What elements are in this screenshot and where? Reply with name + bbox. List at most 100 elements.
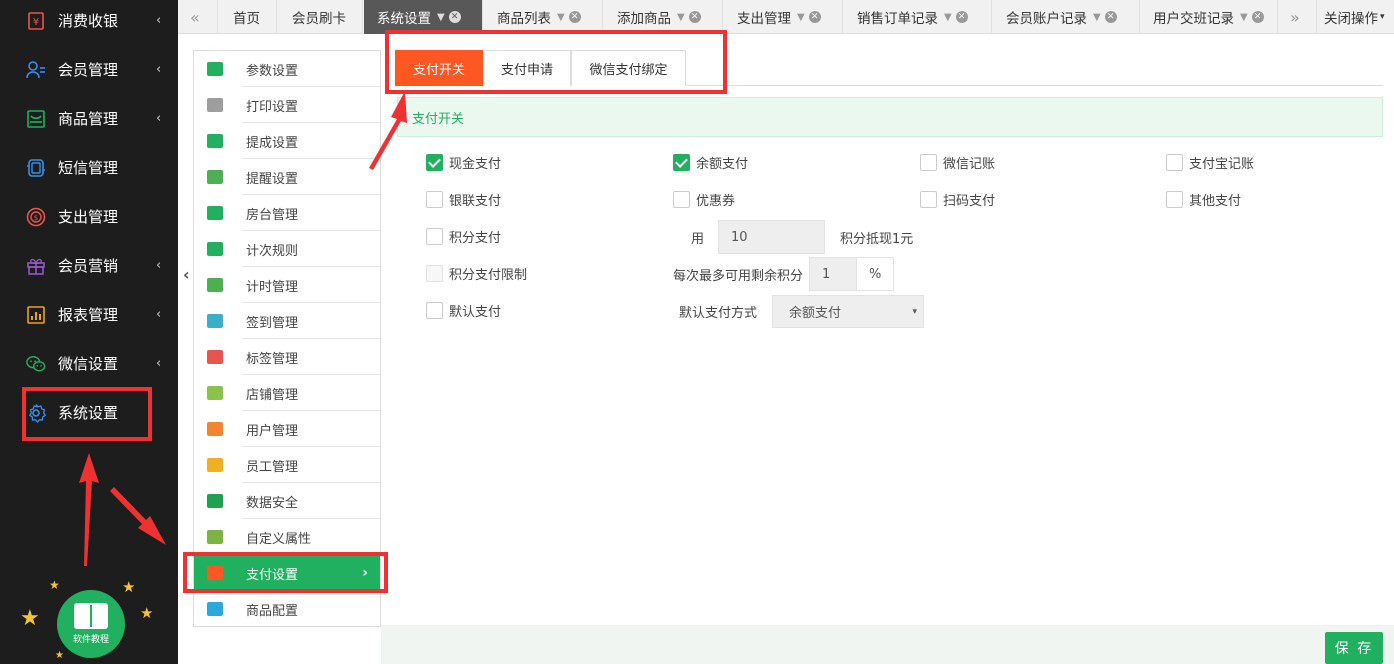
option-coupon[interactable]: 优惠券 bbox=[673, 189, 735, 209]
chevron-left-icon: ‹ bbox=[183, 265, 190, 284]
default-pay-select[interactable]: 余额支付 ▾ bbox=[772, 295, 924, 328]
sidebar-item-members[interactable]: 会员管理 ‹ bbox=[0, 45, 178, 94]
coupon-checkbox[interactable] bbox=[673, 190, 690, 208]
tab-expense-management[interactable]: 支出管理 ▼ ✕ bbox=[724, 0, 843, 34]
pin-icon[interactable]: ▼ bbox=[797, 12, 805, 23]
option-label: 余额支付 bbox=[696, 156, 749, 172]
option-alipay-bookkeeping[interactable]: 支付宝记账 bbox=[1166, 152, 1254, 172]
points-pay-checkbox[interactable] bbox=[426, 227, 443, 245]
option-wechat-bookkeeping[interactable]: 微信记账 bbox=[920, 152, 995, 172]
menu-item-custom-attributes[interactable]: 自定义属性 bbox=[194, 519, 380, 555]
menu-item-label: 计次规则 bbox=[246, 243, 299, 259]
collapse-menu-button[interactable]: ‹ bbox=[183, 265, 190, 284]
sidebar-item-system-settings[interactable]: 系统设置 bbox=[0, 388, 178, 437]
option-label: 积分支付 bbox=[449, 230, 502, 246]
option-scan-pay[interactable]: 扫码支付 bbox=[920, 189, 995, 209]
pin-icon[interactable]: ▼ bbox=[437, 12, 445, 23]
close-icon[interactable]: ✕ bbox=[568, 11, 581, 23]
points-limit-input[interactable]: 1 bbox=[809, 257, 857, 291]
close-operations-dropdown[interactable]: 关闭操作 ▾ bbox=[1318, 0, 1394, 34]
menu-item-staff[interactable]: 员工管理 bbox=[194, 447, 380, 483]
book-icon bbox=[74, 603, 108, 629]
menu-item-users[interactable]: 用户管理 bbox=[194, 411, 380, 447]
sidebar-item-marketing[interactable]: 会员营销 ‹ bbox=[0, 241, 178, 290]
sidebar-item-sms[interactable]: 短信管理 bbox=[0, 143, 178, 192]
option-default-pay[interactable]: 默认支付 bbox=[426, 300, 501, 320]
option-balance-pay[interactable]: 余额支付 bbox=[673, 152, 748, 172]
menu-item-timing[interactable]: 计时管理 bbox=[194, 267, 380, 303]
menu-item-stores[interactable]: 店铺管理 bbox=[194, 375, 380, 411]
balance-pay-checkbox[interactable] bbox=[673, 153, 690, 171]
option-other-pay[interactable]: 其他支付 bbox=[1166, 189, 1241, 209]
sidebar-item-reports[interactable]: 报表管理 ‹ bbox=[0, 290, 178, 339]
menu-item-payment-settings[interactable]: 支付设置 › bbox=[194, 555, 380, 591]
option-points-limit[interactable]: 积分支付限制 bbox=[426, 263, 527, 283]
save-button[interactable]: 保 存 bbox=[1325, 632, 1383, 664]
tab-scroll-left-button[interactable]: « bbox=[178, 0, 218, 34]
pin-icon[interactable]: ▼ bbox=[1093, 12, 1101, 23]
tab-member-card[interactable]: 会员刷卡 bbox=[278, 0, 363, 34]
scan-pay-checkbox[interactable] bbox=[920, 190, 937, 208]
tab-scroll-right-button[interactable]: » bbox=[1279, 0, 1317, 34]
other-pay-checkbox[interactable] bbox=[1166, 190, 1183, 208]
default-pay-checkbox[interactable] bbox=[426, 301, 443, 319]
close-icon[interactable]: ✕ bbox=[808, 11, 821, 23]
menu-item-rooms[interactable]: 房台管理 bbox=[194, 195, 380, 231]
tab-sales-orders[interactable]: 销售订单记录 ▼ ✕ bbox=[844, 0, 992, 34]
subtab-payment-switch[interactable]: 支付开关 bbox=[395, 50, 483, 86]
pin-icon[interactable]: ▼ bbox=[1240, 12, 1248, 23]
pin-icon[interactable]: ▼ bbox=[677, 12, 685, 23]
menu-item-product-config[interactable]: 商品配置 bbox=[194, 591, 380, 627]
chevron-down-icon: ▾ bbox=[912, 306, 917, 317]
close-icon[interactable]: ✕ bbox=[1251, 11, 1264, 23]
menu-item-label: 自定义属性 bbox=[246, 531, 312, 547]
menu-item-count-rules[interactable]: 计次规则 bbox=[194, 231, 380, 267]
product-icon bbox=[26, 109, 46, 129]
tab-label: 支出管理 bbox=[737, 11, 791, 27]
menu-item-data-security[interactable]: 数据安全 bbox=[194, 483, 380, 519]
tab-system-settings[interactable]: 系统设置 ▼ ✕ bbox=[364, 0, 483, 34]
menu-item-reminders[interactable]: 提醒设置 bbox=[194, 159, 380, 195]
tab-product-list[interactable]: 商品列表 ▼ ✕ bbox=[484, 0, 603, 34]
bell-icon bbox=[207, 170, 223, 184]
menu-item-commission[interactable]: 提成设置 bbox=[194, 123, 380, 159]
tab-home[interactable]: 首页 bbox=[219, 0, 277, 34]
sidebar-item-wechat[interactable]: 微信设置 ‹ bbox=[0, 339, 178, 388]
option-cash-pay[interactable]: 现金支付 bbox=[426, 152, 501, 172]
tab-member-accounts[interactable]: 会员账户记录 ▼ ✕ bbox=[993, 0, 1140, 34]
option-unionpay[interactable]: 银联支付 bbox=[426, 189, 501, 209]
sidebar-item-products[interactable]: 商品管理 ‹ bbox=[0, 94, 178, 143]
unionpay-checkbox[interactable] bbox=[426, 190, 443, 208]
option-points-pay[interactable]: 积分支付 bbox=[426, 226, 501, 246]
alipay-bookkeeping-checkbox[interactable] bbox=[1166, 153, 1183, 171]
points-ratio-input[interactable]: 10 bbox=[718, 220, 825, 254]
menu-item-label: 签到管理 bbox=[246, 315, 299, 331]
tutorial-button[interactable]: 软件教程 bbox=[57, 590, 125, 658]
close-icon[interactable]: ✕ bbox=[1104, 11, 1117, 23]
points-limit-checkbox[interactable] bbox=[426, 264, 443, 282]
menu-item-print[interactable]: 打印设置 bbox=[194, 87, 380, 123]
tab-shift-records[interactable]: 用户交班记录 ▼ ✕ bbox=[1141, 0, 1278, 34]
menu-item-checkin[interactable]: 签到管理 bbox=[194, 303, 380, 339]
subtab-wechat-pay-binding[interactable]: 微信支付绑定 bbox=[571, 50, 686, 86]
sidebar-item-checkout[interactable]: ¥ 消费收银 ‹ bbox=[0, 0, 178, 45]
tab-add-product[interactable]: 添加商品 ▼ ✕ bbox=[604, 0, 723, 34]
default-pay-prefix-label: 默认支付方式 bbox=[679, 306, 758, 321]
close-icon[interactable]: ✕ bbox=[448, 11, 461, 23]
menu-item-label: 房台管理 bbox=[246, 207, 299, 223]
close-icon[interactable]: ✕ bbox=[688, 11, 701, 23]
cash-pay-checkbox[interactable] bbox=[426, 153, 443, 171]
wechat-bookkeeping-checkbox[interactable] bbox=[920, 153, 937, 171]
subtab-payment-application[interactable]: 支付申请 bbox=[483, 50, 571, 86]
chevron-left-icon: ‹ bbox=[156, 62, 162, 77]
close-icon[interactable]: ✕ bbox=[955, 11, 968, 23]
tag-icon bbox=[207, 350, 223, 364]
menu-item-tags[interactable]: 标签管理 bbox=[194, 339, 380, 375]
pin-icon[interactable]: ▼ bbox=[557, 12, 565, 23]
chevron-left-icon: ‹ bbox=[156, 13, 162, 28]
menu-item-parameters[interactable]: 参数设置 bbox=[194, 51, 380, 87]
pin-icon[interactable]: ▼ bbox=[944, 12, 952, 23]
chevron-left-icon: ‹ bbox=[156, 258, 162, 273]
sidebar-item-label: 短信管理 bbox=[58, 159, 119, 177]
sidebar-item-expenses[interactable]: $ 支出管理 bbox=[0, 192, 178, 241]
